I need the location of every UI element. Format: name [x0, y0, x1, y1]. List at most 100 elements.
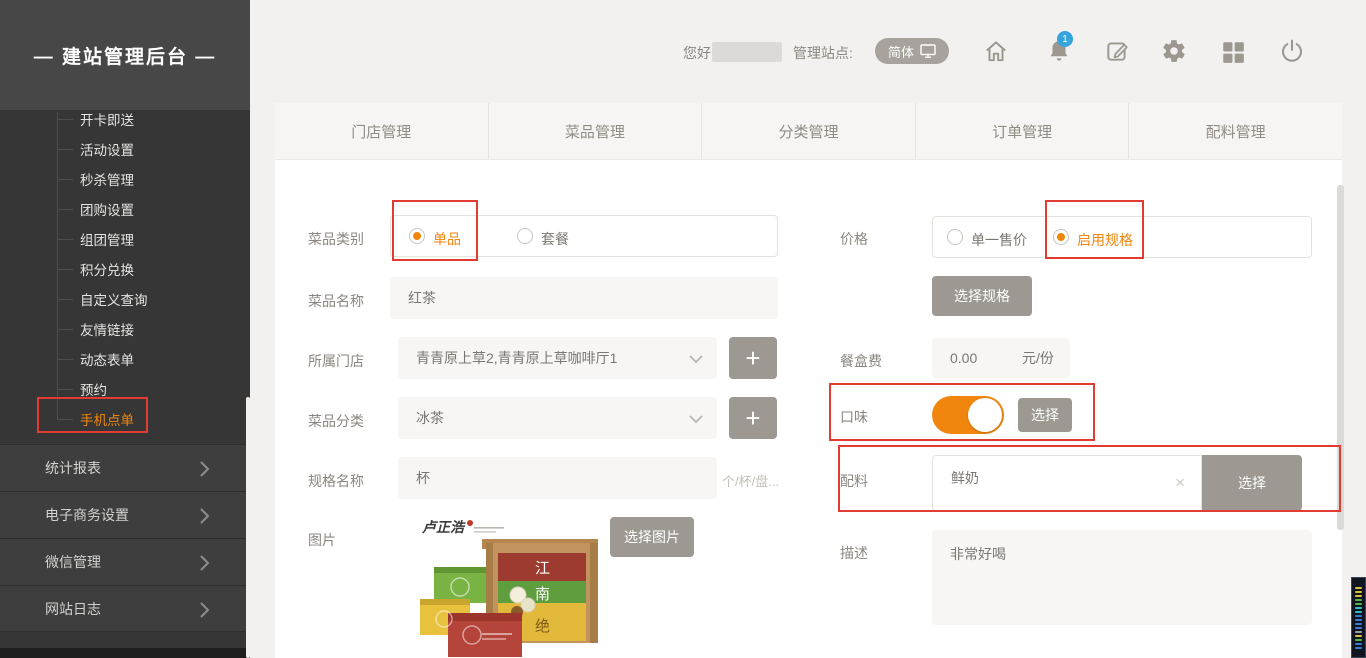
- store-label: 所属门店: [308, 351, 364, 371]
- dish-category-group: 单品 套餐: [390, 215, 778, 257]
- sidebar-item-group-mgmt[interactable]: 组团管理: [0, 224, 246, 254]
- dish-name-label: 菜品名称: [308, 291, 364, 311]
- sidebar-item-seckill[interactable]: 秒杀管理: [0, 164, 246, 194]
- description-label: 描述: [840, 543, 868, 563]
- username-redacted: [712, 42, 782, 62]
- app-title: — 建站管理后台 —: [34, 42, 217, 69]
- sidebar-group-statistics[interactable]: 统计报表: [0, 444, 250, 491]
- radio-enable-spec-label[interactable]: 启用规格: [1077, 230, 1133, 250]
- sidebar-item-reservation[interactable]: 预约: [0, 374, 246, 404]
- tab-ingredient-management[interactable]: 配料管理: [1129, 103, 1342, 159]
- add-classify-button[interactable]: +: [729, 397, 777, 439]
- box-fee-field[interactable]: 0.00 元/份: [932, 338, 1070, 378]
- svg-text:南: 南: [535, 586, 550, 603]
- tab-bar: 门店管理 菜品管理 分类管理 订单管理 配料管理: [275, 103, 1342, 160]
- sidebar-scrollbar[interactable]: [246, 397, 250, 658]
- ingredient-choose-button[interactable]: 选择: [1202, 455, 1302, 511]
- notification-badge: 1: [1057, 31, 1073, 47]
- app-logo: — 建站管理后台 —: [0, 0, 250, 110]
- plus-icon: +: [745, 343, 760, 374]
- home-icon[interactable]: [983, 38, 1009, 64]
- description-textarea[interactable]: [932, 530, 1312, 625]
- tab-order-management[interactable]: 订单管理: [916, 103, 1130, 159]
- tab-category-management[interactable]: 分类管理: [702, 103, 916, 159]
- sidebar-item-friend-links[interactable]: 友情链接: [0, 314, 246, 344]
- ingredient-field[interactable]: ×: [932, 455, 1202, 511]
- clear-icon[interactable]: ×: [1175, 473, 1185, 493]
- svg-text:江: 江: [535, 560, 550, 577]
- tab-store-management[interactable]: 门店管理: [275, 103, 489, 159]
- language-label: 简体: [888, 42, 914, 61]
- sidebar-item-custom-query[interactable]: 自定义查询: [0, 284, 246, 314]
- chevron-right-icon: [200, 602, 210, 618]
- sidebar-item-groupbuy[interactable]: 团购设置: [0, 194, 246, 224]
- sidebar-group-ecommerce[interactable]: 电子商务设置: [0, 491, 250, 538]
- brand-calligraphy: 卢正浩: [422, 519, 466, 535]
- classify-label: 菜品分类: [308, 411, 364, 431]
- radio-combo[interactable]: [517, 228, 533, 244]
- flavor-choose-button[interactable]: 选择: [1018, 398, 1072, 432]
- tree-tick: [57, 119, 73, 120]
- box-fee-label: 餐盒费: [840, 351, 882, 371]
- radio-single-price-label[interactable]: 单一售价: [971, 230, 1027, 250]
- language-switch[interactable]: 简体: [875, 38, 949, 64]
- add-store-button[interactable]: +: [729, 337, 777, 379]
- greeting-label: 您好: [683, 43, 711, 63]
- sidebar-group-site-logs[interactable]: 网站日志: [0, 585, 250, 632]
- tree-tick: [57, 359, 73, 360]
- sidebar-bottom-strip: [0, 648, 250, 658]
- tree-tick: [57, 209, 73, 210]
- toggle-knob: [968, 398, 1002, 432]
- flavor-toggle[interactable]: [932, 396, 1004, 434]
- spec-name-input[interactable]: [398, 457, 717, 499]
- grid-apps-icon[interactable]: [1220, 39, 1246, 65]
- dish-image-preview: 卢正浩 江 南 绝: [420, 515, 600, 657]
- sidebar-group-wechat[interactable]: 微信管理: [0, 538, 250, 585]
- power-icon[interactable]: [1279, 38, 1305, 64]
- tree-tick: [57, 419, 73, 420]
- dish-name-input[interactable]: [390, 277, 778, 319]
- tree-tick: [57, 269, 73, 270]
- sidebar-groups: 统计报表 电子商务设置 微信管理 网站日志: [0, 444, 250, 632]
- monitor-icon: [920, 44, 936, 59]
- spec-name-label: 规格名称: [308, 471, 364, 491]
- sidebar-item-activity-settings[interactable]: 活动设置: [0, 134, 246, 164]
- radio-single-item[interactable]: [409, 228, 425, 244]
- radio-single-item-label[interactable]: 单品: [433, 229, 461, 249]
- box-fee-value: 0.00: [950, 350, 977, 366]
- ingredient-label: 配料: [840, 471, 868, 491]
- chevron-right-icon: [200, 461, 210, 477]
- flavor-label: 口味: [840, 407, 868, 427]
- tree-tick: [57, 239, 73, 240]
- classify-select[interactable]: 冰茶: [398, 397, 717, 439]
- tree-tick: [57, 329, 73, 330]
- tree-tick: [57, 299, 73, 300]
- manage-site-label: 管理站点:: [793, 43, 853, 63]
- chevron-down-icon: [689, 415, 703, 423]
- sidebar-item-mobile-ordering[interactable]: 手机点单: [0, 404, 246, 434]
- sidebar-item-points-exchange[interactable]: 积分兑换: [0, 254, 246, 284]
- chevron-right-icon: [200, 555, 210, 571]
- tab-dish-management[interactable]: 菜品管理: [489, 103, 703, 159]
- price-label: 价格: [840, 229, 868, 249]
- radio-single-price[interactable]: [947, 229, 963, 245]
- edit-icon[interactable]: [1104, 38, 1130, 64]
- store-select[interactable]: 青青原上草2,青青原上草咖啡厅1: [398, 337, 717, 379]
- sidebar-item-dynamic-forms[interactable]: 动态表单: [0, 344, 246, 374]
- minimap-widget[interactable]: [1351, 577, 1366, 658]
- choose-spec-button[interactable]: 选择规格: [932, 276, 1032, 316]
- tree-tick: [57, 389, 73, 390]
- page-scrollbar-thumb[interactable]: [1337, 185, 1344, 530]
- choose-image-button[interactable]: 选择图片: [610, 517, 694, 557]
- gear-icon[interactable]: [1161, 38, 1187, 64]
- radio-combo-label[interactable]: 套餐: [541, 229, 569, 249]
- tree-tick: [57, 179, 73, 180]
- radio-enable-spec[interactable]: [1053, 229, 1069, 245]
- dish-category-label: 菜品类别: [308, 229, 364, 249]
- chevron-right-icon: [200, 508, 210, 524]
- image-label: 图片: [308, 530, 336, 550]
- ingredient-input[interactable]: [951, 470, 1101, 486]
- price-group: 单一售价 启用规格: [932, 216, 1312, 258]
- sidebar-item-card-gift[interactable]: 开卡即送: [0, 104, 246, 134]
- spec-name-hint: 个/杯/盘...: [722, 471, 779, 490]
